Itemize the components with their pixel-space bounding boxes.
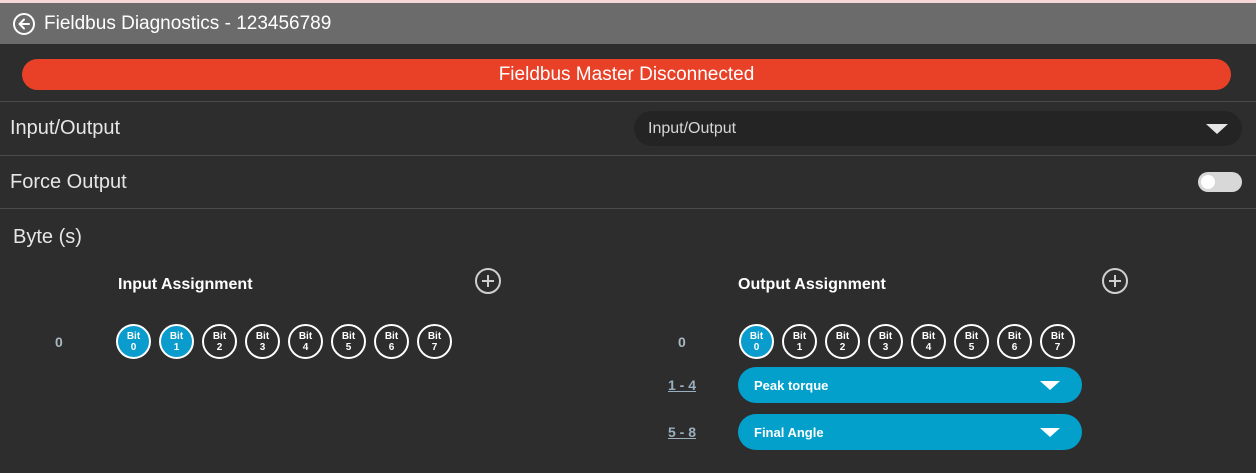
range-label[interactable]: 5 - 8 — [668, 424, 696, 440]
range-label[interactable]: 1 - 4 — [668, 377, 696, 393]
io-select[interactable]: Input/Output — [634, 111, 1242, 146]
add-output-button[interactable] — [1102, 268, 1128, 294]
input-bits: Bit 0 Bit 1 Bit 2 Bit 3 Bit 4 Bit 5 Bit 6 Bit 7 — [116, 324, 452, 359]
page-title: Fieldbus Diagnostics - 123456789 — [44, 12, 332, 34]
back-button[interactable] — [13, 12, 35, 35]
input-bit-5[interactable]: Bit 5 — [331, 324, 366, 359]
divider — [0, 101, 1256, 102]
output-range-value: Peak torque — [754, 377, 829, 393]
input-bit-7[interactable]: Bit 7 — [417, 324, 452, 359]
input-bit-4[interactable]: Bit 4 — [288, 324, 323, 359]
chevron-down-icon — [1206, 123, 1228, 134]
arrow-left-circle-icon — [18, 18, 30, 29]
header-bar: Fieldbus Diagnostics - 123456789 — [0, 3, 1256, 44]
input-bit-3[interactable]: Bit 3 — [245, 324, 280, 359]
output-bit-5[interactable]: Bit 5 — [954, 324, 989, 359]
output-bit-6[interactable]: Bit 6 — [997, 324, 1032, 359]
output-byte-index: 0 — [678, 334, 686, 350]
force-output-label: Force Output — [10, 171, 127, 193]
divider — [0, 208, 1256, 209]
io-label: Input/Output — [10, 117, 121, 139]
input-assignment-title: Input Assignment — [118, 276, 253, 293]
output-bit-7[interactable]: Bit 7 — [1040, 324, 1075, 359]
chevron-down-icon — [1040, 427, 1060, 437]
output-bit-0[interactable]: Bit 0 — [739, 324, 774, 359]
output-bits: Bit 0 Bit 1 Bit 2 Bit 3 Bit 4 Bit 5 Bit 6 Bit 7 — [739, 324, 1075, 359]
input-bit-6[interactable]: Bit 6 — [374, 324, 409, 359]
output-bit-3[interactable]: Bit 3 — [868, 324, 903, 359]
io-select-value: Input/Output — [648, 119, 737, 137]
status-banner: Fieldbus Master Disconnected — [22, 59, 1231, 90]
input-byte-index: 0 — [55, 334, 63, 350]
input-bit-2[interactable]: Bit 2 — [202, 324, 237, 359]
input-bit-0[interactable]: Bit 0 — [116, 324, 151, 359]
output-range-select[interactable]: Peak torque — [738, 367, 1082, 403]
output-bit-1[interactable]: Bit 1 — [782, 324, 817, 359]
output-bit-4[interactable]: Bit 4 — [911, 324, 946, 359]
output-bit-2[interactable]: Bit 2 — [825, 324, 860, 359]
input-bit-1[interactable]: Bit 1 — [159, 324, 194, 359]
force-output-toggle[interactable] — [1198, 172, 1242, 192]
toggle-knob — [1201, 175, 1215, 189]
output-range-select[interactable]: Final Angle — [738, 414, 1082, 450]
app-window: Fieldbus Diagnostics - 123456789 Fieldbu… — [0, 0, 1256, 473]
add-input-button[interactable] — [475, 268, 501, 294]
output-assignment-title: Output Assignment — [738, 276, 886, 293]
bytes-label: Byte (s) — [13, 226, 82, 248]
chevron-down-icon — [1040, 380, 1060, 390]
divider — [0, 155, 1256, 156]
output-range-value: Final Angle — [754, 424, 824, 440]
